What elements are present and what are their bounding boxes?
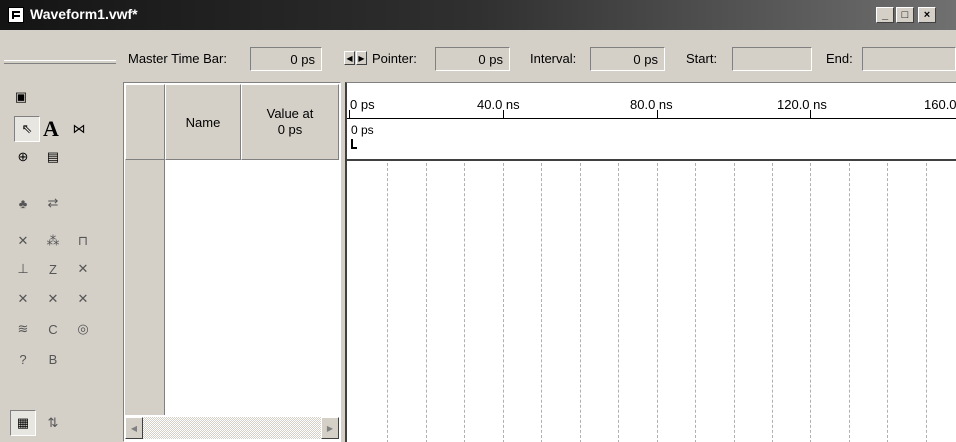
ruler-major-tick (810, 110, 811, 118)
grid-line (426, 163, 427, 442)
end-label: End: (826, 51, 853, 66)
grid-line (887, 163, 888, 442)
grid-line (734, 163, 735, 442)
sort-icon[interactable]: ⇅ (40, 410, 66, 436)
close-button[interactable]: × (918, 7, 936, 23)
title-bar: Waveform1.vwf* _ □ × (0, 0, 956, 30)
grid-line (810, 163, 811, 442)
invert-icon[interactable]: ≋ (10, 316, 36, 342)
overwrite-value-icon[interactable]: ✕ (70, 286, 96, 312)
list-header-blank (125, 84, 165, 160)
find-icon[interactable]: ♣ (10, 190, 36, 216)
ruler-tick-label: 40.0 ns (477, 97, 520, 112)
interval-field: 0 ps (590, 47, 665, 71)
overwrite-weak-icon[interactable]: ✕ (70, 256, 96, 282)
ruler-tick-label: 0 ps (350, 97, 375, 112)
time-info-bar: Master Time Bar: 0 ps ◀ ▶ Pointer: 0 ps … (0, 30, 956, 80)
random-value-icon[interactable]: ? (10, 346, 36, 372)
maximize-button[interactable]: □ (896, 7, 914, 23)
arbitrary-value-icon[interactable]: B (40, 346, 66, 372)
ruler-tick-label: 160.0 ns (924, 97, 956, 112)
pointer-icon[interactable]: ⇖ (14, 116, 40, 142)
window-title: Waveform1.vwf* (30, 6, 138, 22)
grid-line (695, 163, 696, 442)
master-time-bar-label: Master Time Bar: (128, 51, 227, 66)
ruler-major-tick (657, 110, 658, 118)
scroll-left-icon[interactable]: ◀ (125, 417, 143, 439)
list-horizontal-scrollbar[interactable]: ◀ ▶ (125, 417, 339, 439)
master-time-bar-field[interactable]: 0 ps (250, 47, 322, 71)
grid-line (541, 163, 542, 442)
grid-line (464, 163, 465, 442)
name-column-header[interactable]: Name (165, 84, 241, 160)
overwrite-unknown-icon[interactable]: ✕ (10, 228, 36, 254)
ruler-tick-label: 80.0 ns (630, 97, 673, 112)
grid-line (580, 163, 581, 442)
grid-line (503, 163, 504, 442)
grid-line (618, 163, 619, 442)
text-tool-icon[interactable]: A (38, 116, 64, 142)
insert-node-icon[interactable]: ▣ (8, 84, 34, 110)
start-label: Start: (686, 51, 718, 66)
previous-transition-button[interactable]: ◀ (344, 51, 355, 65)
value-header-line1: Value at (266, 106, 314, 121)
zoom-icon[interactable]: ⊕ (10, 144, 36, 170)
ruler-major-tick (349, 110, 350, 118)
time-ruler[interactable]: 0 ps 40.0 ns 80.0 ns 120.0 ns 160.0 ns (347, 83, 956, 119)
count-value-icon[interactable]: C (40, 316, 66, 342)
grid-line (926, 163, 927, 442)
pointer-label: Pointer: (372, 51, 417, 66)
grid-line (849, 163, 850, 442)
grid-line (387, 163, 388, 442)
list-row-stub (125, 160, 165, 415)
clock-value-icon[interactable]: ◎ (70, 316, 96, 342)
waveform-file-icon (8, 7, 24, 23)
node-list-panel: Name Value at 0 ps ◀ ▶ (123, 82, 341, 442)
overwrite-weak-high-icon[interactable]: ✕ (40, 286, 66, 312)
master-time-marker[interactable] (351, 139, 357, 149)
toolbar-gripper[interactable] (4, 60, 116, 64)
master-time-bar-row[interactable]: 0 ps (347, 119, 956, 161)
start-field (732, 47, 812, 71)
waveform-edit-icon[interactable]: ⋈ (66, 116, 92, 142)
minimize-button[interactable]: _ (876, 7, 894, 23)
full-screen-icon[interactable]: ▤ (40, 144, 66, 170)
overwrite-high-z-icon[interactable]: Z (40, 256, 66, 282)
next-transition-button[interactable]: ▶ (356, 51, 367, 65)
overwrite-low-icon[interactable]: ⊥ (10, 256, 36, 282)
waveform-editor-toolbar: ▣ ⇖ A ⋈ ⊕ ▤ ♣ ⇄ ✕ ⁂ ⊓ ⊥ Z ✕ ✕ ✕ ✕ ≋ C ◎ … (0, 80, 122, 442)
scroll-right-icon[interactable]: ▶ (321, 417, 339, 439)
grid-line (772, 163, 773, 442)
grid-line (657, 163, 658, 442)
value-header-line2: 0 ps (277, 122, 303, 137)
ruler-major-tick (503, 110, 504, 118)
waveform-panel[interactable]: 0 ps 40.0 ns 80.0 ns 120.0 ns 160.0 ns 0… (345, 82, 956, 442)
ruler-tick-label: 120.0 ns (777, 97, 827, 112)
interval-label: Interval: (530, 51, 577, 66)
master-time-marker-label: 0 ps (351, 123, 374, 137)
end-field (862, 47, 956, 71)
overwrite-weak-low-icon[interactable]: ✕ (10, 286, 36, 312)
overwrite-dont-care-icon[interactable]: ⁂ (40, 228, 66, 254)
overwrite-high-icon[interactable]: ⊓ (70, 228, 96, 254)
group-icon[interactable]: ▦ (10, 410, 36, 436)
value-column-header[interactable]: Value at 0 ps (241, 84, 339, 160)
pointer-field: 0 ps (435, 47, 510, 71)
replace-icon[interactable]: ⇄ (40, 190, 66, 216)
